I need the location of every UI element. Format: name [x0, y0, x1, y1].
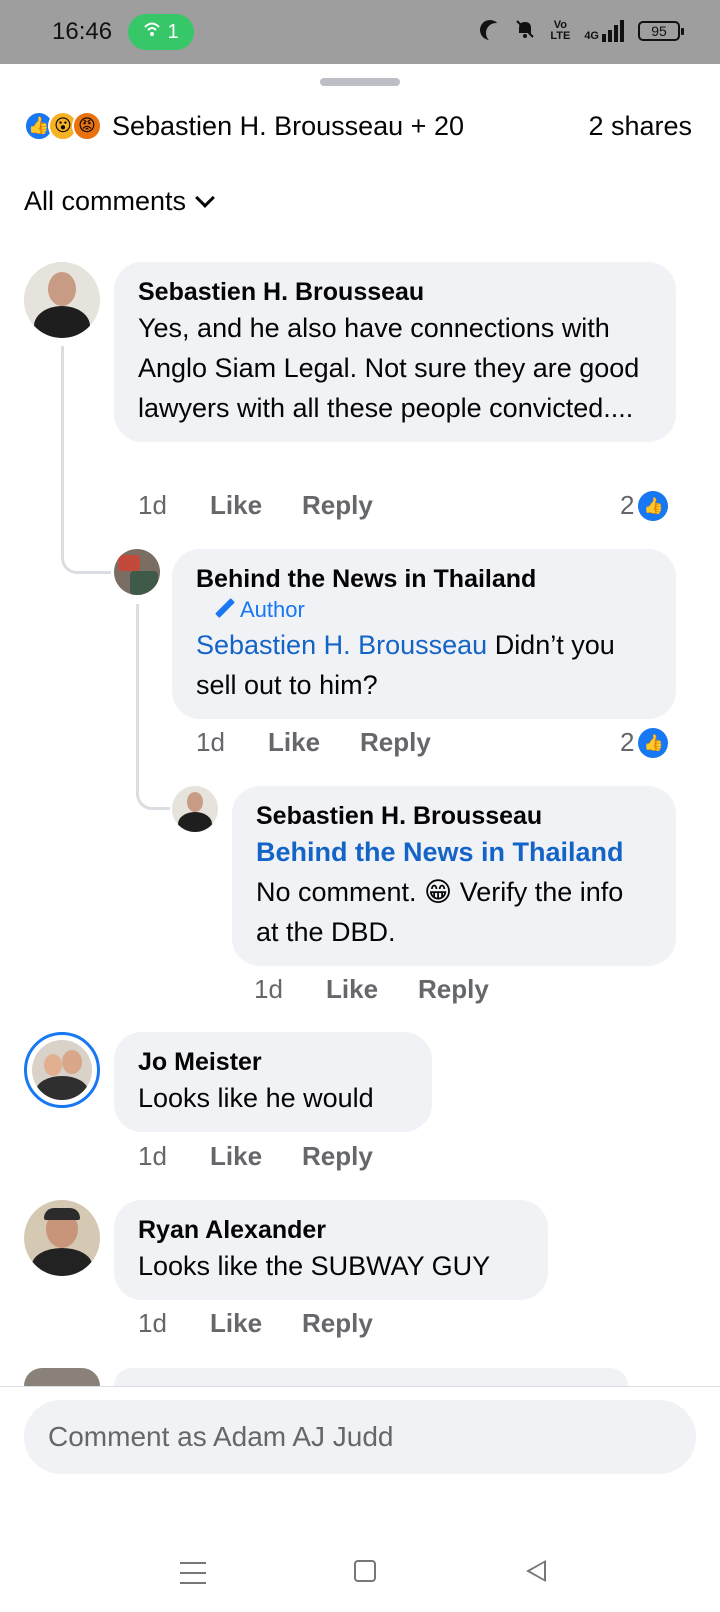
comment-author[interactable]: Sebastien H. Brousseau	[256, 800, 652, 832]
like-button[interactable]: Like	[210, 490, 302, 521]
mention-link[interactable]: Sebastien H. Brousseau	[196, 630, 487, 660]
volte-indicator: Vo LTE	[550, 19, 571, 42]
angry-icon: 😡	[72, 111, 102, 141]
comment-bubble[interactable]: Ryan Alexander Looks like the SUBWAY GUY	[114, 1200, 548, 1300]
comment-bubble[interactable]	[114, 1368, 628, 1386]
reply-button[interactable]: Reply	[302, 490, 373, 521]
chevron-down-icon	[195, 187, 215, 208]
home-icon[interactable]	[354, 1560, 376, 1582]
hotspot-indicator[interactable]: 1	[128, 14, 194, 50]
like-button[interactable]: Like	[210, 1308, 302, 1339]
avatar[interactable]	[114, 549, 160, 595]
comment-like-count[interactable]: 2 👍	[620, 727, 669, 758]
status-bar: 16:46 1 Vo LTE 4G 95	[0, 0, 720, 64]
signal-icon	[602, 20, 624, 42]
comment-text: Sebastien H. Brousseau Didn’t you sell o…	[196, 630, 615, 700]
reply-button[interactable]: Reply	[360, 727, 431, 758]
system-nav-bar	[0, 1544, 720, 1604]
reactors-text[interactable]: Sebastien H. Brousseau + 20	[112, 111, 464, 142]
thread-connector	[61, 346, 111, 574]
comment-time[interactable]: 1d	[138, 1308, 210, 1339]
comment-text: Yes, and he also have connections with A…	[138, 313, 640, 423]
comment-time[interactable]: 1d	[138, 490, 210, 521]
reply-button[interactable]: Reply	[418, 974, 489, 1005]
comment-time[interactable]: 1d	[138, 1141, 210, 1172]
comment-text: No comment. 😁 Verify the info at the DBD…	[256, 877, 624, 947]
comments-sheet: 👍 😮 😡 Sebastien H. Brousseau + 20 2 shar…	[0, 64, 720, 1612]
comment-like-count[interactable]: 2 👍	[620, 490, 669, 521]
hotspot-count: 1	[167, 20, 179, 43]
pencil-icon	[215, 598, 235, 618]
status-icons: Vo LTE 4G 95	[480, 16, 684, 46]
shares-count[interactable]: 2 shares	[588, 111, 692, 142]
drag-handle[interactable]	[320, 78, 400, 86]
thread-connector	[136, 604, 170, 810]
comment-actions: 1d Like Reply	[138, 1141, 373, 1172]
filter-label: All comments	[24, 186, 187, 216]
comment-time[interactable]: 1d	[254, 974, 326, 1005]
comment-bubble[interactable]: Jo Meister Looks like he would	[114, 1032, 432, 1132]
mention-link[interactable]: Behind the News in Thailand	[256, 832, 652, 872]
comment-bubble[interactable]: Sebastien H. Brousseau Yes, and he also …	[114, 262, 676, 442]
comment-actions: 1d Like Reply	[138, 490, 373, 521]
like-icon: 👍	[638, 490, 669, 521]
avatar[interactable]	[24, 262, 100, 338]
like-icon: 👍	[638, 727, 669, 758]
avatar[interactable]	[24, 1200, 100, 1276]
reactions-summary[interactable]: 👍 😮 😡 Sebastien H. Brousseau + 20 2 shar…	[24, 104, 696, 148]
divider	[0, 1386, 720, 1387]
reply-button[interactable]: Reply	[302, 1308, 373, 1339]
reply-button[interactable]: Reply	[302, 1141, 373, 1172]
menu-icon[interactable]	[180, 1562, 206, 1584]
network-type: 4G	[584, 30, 599, 42]
comment-author[interactable]: Behind the News in Thailand	[196, 563, 652, 595]
comment-text: Looks like he would	[138, 1083, 374, 1113]
avatar[interactable]	[172, 786, 218, 832]
comment-actions: 1d Like Reply	[254, 974, 489, 1005]
wifi-icon	[143, 20, 161, 44]
avatar[interactable]	[24, 1032, 100, 1108]
comment-actions: 1d Like Reply	[138, 1308, 373, 1339]
comment-input[interactable]	[48, 1421, 696, 1453]
mute-bell-icon	[514, 18, 536, 45]
battery-icon: 95	[638, 21, 684, 41]
avatar[interactable]	[24, 1368, 100, 1386]
status-time: 16:46	[52, 18, 113, 45]
comment-filter-dropdown[interactable]: All comments	[24, 186, 215, 217]
comment-author[interactable]: Jo Meister	[138, 1046, 408, 1078]
author-badge: Author	[196, 595, 652, 625]
moon-icon	[486, 23, 506, 43]
comment-author[interactable]: Ryan Alexander	[138, 1214, 524, 1246]
comment-bubble[interactable]: Behind the News in Thailand Author Sebas…	[172, 549, 676, 719]
comment-text: Looks like the SUBWAY GUY	[138, 1251, 491, 1281]
comment-time[interactable]: 1d	[196, 727, 268, 758]
comment-actions: 1d Like Reply	[196, 727, 431, 758]
comment-composer[interactable]	[24, 1400, 696, 1474]
like-button[interactable]: Like	[326, 974, 418, 1005]
comment-author[interactable]: Sebastien H. Brousseau	[138, 276, 652, 308]
back-icon[interactable]	[526, 1560, 546, 1582]
comment-bubble[interactable]: Sebastien H. Brousseau Behind the News i…	[232, 786, 676, 966]
like-button[interactable]: Like	[268, 727, 360, 758]
like-button[interactable]: Like	[210, 1141, 302, 1172]
